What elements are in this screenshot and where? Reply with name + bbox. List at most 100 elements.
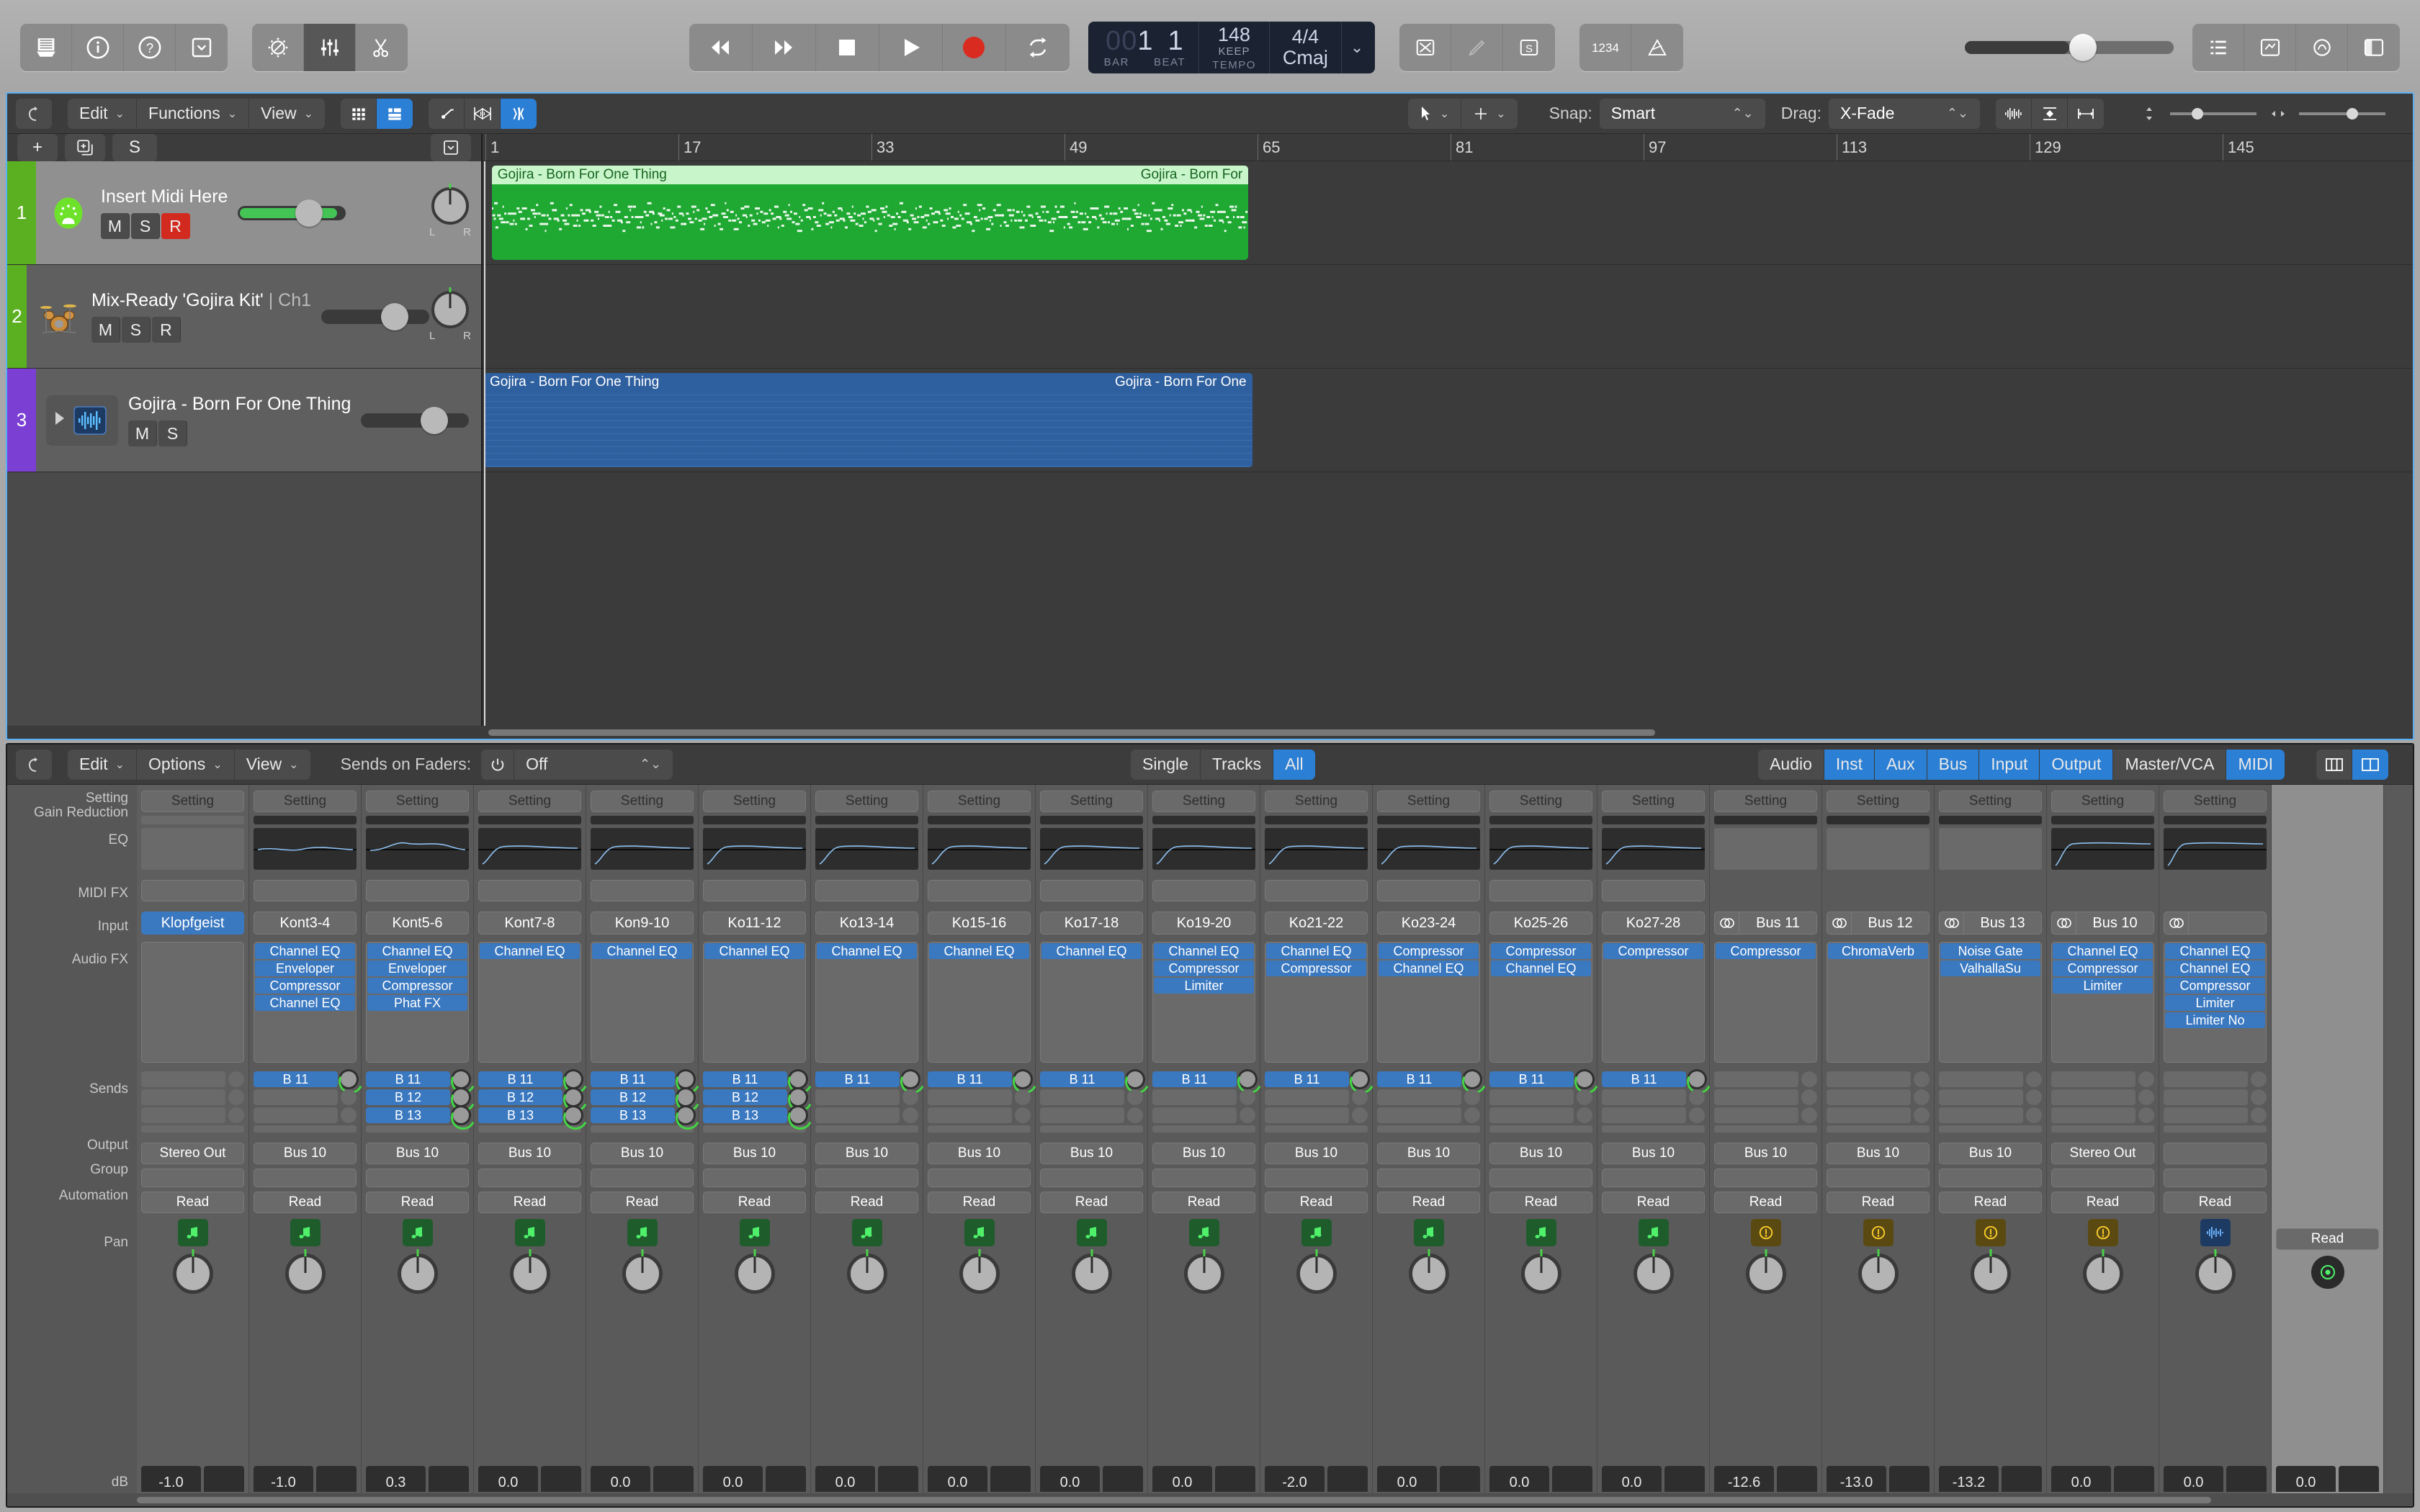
menu-view[interactable]: View⌄ (249, 99, 325, 129)
group-slot[interactable] (254, 1169, 357, 1187)
fit-icon[interactable] (2068, 99, 2104, 129)
lcd-signature-key[interactable]: 4/4 Cmaj (1270, 22, 1342, 73)
two-pane-icon[interactable] (2352, 750, 2388, 780)
track-config-icon[interactable] (431, 134, 471, 161)
send-slot[interactable] (2164, 1071, 2248, 1087)
channel-strip-8[interactable]: SettingKo15-16Channel EQB 11Bus 10Read0.… (923, 785, 1036, 1493)
output-slot[interactable]: Bus 10 (478, 1143, 581, 1164)
send-slot[interactable]: B 12 (591, 1089, 675, 1105)
drag-select[interactable]: X-Fade⌃⌄ (1829, 99, 1980, 129)
input-slot[interactable]: Ko13-14 (815, 912, 918, 935)
pan-knob[interactable] (173, 1254, 213, 1294)
audio-fx-rack[interactable]: Channel EQCompressorLimiter (2051, 942, 2154, 1063)
track-lane-1[interactable]: Gojira - Born ForGojira - Born For One T… (483, 161, 2413, 265)
send-extra-slot[interactable] (1714, 1125, 1817, 1133)
browsers-icon[interactable] (2348, 24, 2400, 71)
setting-button[interactable]: Setting (1489, 791, 1592, 812)
track-button-m[interactable]: M (128, 420, 157, 446)
output-slot[interactable]: Bus 10 (815, 1143, 918, 1164)
audio-fx-slot[interactable]: Channel EQ (1379, 960, 1479, 976)
audio-fx-slot[interactable]: Channel EQ (2165, 943, 2265, 959)
send-slot[interactable] (928, 1089, 1012, 1105)
eq-thumbnail[interactable] (1939, 828, 2042, 870)
1234-icon[interactable]: 1234 (1579, 24, 1631, 71)
audio-fx-rack[interactable]: Channel EQ (478, 942, 581, 1063)
audio-fx-slot[interactable]: Limiter No (2165, 1012, 2265, 1028)
setting-button[interactable]: Setting (1827, 791, 1930, 812)
input-slot[interactable]: Klopfgeist (141, 912, 244, 935)
setting-button[interactable]: Setting (2051, 791, 2154, 812)
midi-note-icon[interactable] (290, 1219, 321, 1246)
channel-strip-12[interactable]: SettingKo23-24CompressorChannel EQB 11Bu… (1373, 785, 1485, 1493)
pan-knob[interactable] (1858, 1254, 1899, 1294)
chevron-down-icon[interactable]: ⌄ (1342, 22, 1372, 73)
pan-knob[interactable] (2083, 1254, 2123, 1294)
send-slot[interactable] (1939, 1071, 2023, 1087)
midi-note-icon[interactable] (178, 1219, 208, 1246)
send-level-knob[interactable] (2251, 1107, 2267, 1123)
volume-fader[interactable]: 0.0 (1602, 1466, 1662, 1492)
automation-mode-button[interactable]: Read (1265, 1192, 1368, 1213)
mixer-menu-view[interactable]: View⌄ (235, 750, 310, 780)
send-level-knob[interactable] (1464, 1071, 1480, 1087)
setting-button[interactable]: Setting (1377, 791, 1480, 812)
send-level-knob[interactable] (1127, 1089, 1143, 1105)
view-mode-single[interactable]: Single (1131, 750, 1201, 780)
track-header-body[interactable]: Gojira - Born For One ThingMS (36, 369, 481, 472)
channel-strip-14[interactable]: SettingKo27-28CompressorB 11Bus 10Read0.… (1597, 785, 1710, 1493)
send-slot[interactable]: B 11 (1040, 1071, 1124, 1087)
audio-fx-rack[interactable]: Channel EQEnveloperCompressorChannel EQ (254, 942, 357, 1063)
send-extra-slot[interactable] (1152, 1125, 1255, 1133)
audio-fx-rack[interactable]: Channel EQ (591, 942, 694, 1063)
send-slot[interactable]: B 11 (591, 1071, 675, 1087)
audio-fx-slot[interactable]: Compressor (1491, 943, 1591, 959)
midi-note-icon[interactable] (627, 1219, 658, 1246)
send-extra-slot[interactable] (366, 1125, 469, 1133)
send-slot[interactable] (1602, 1107, 1686, 1123)
automation-mode-button[interactable]: Read (815, 1192, 918, 1213)
send-level-knob[interactable] (565, 1071, 581, 1087)
send-level-knob[interactable] (341, 1089, 357, 1105)
send-extra-slot[interactable] (1827, 1125, 1930, 1133)
audio-fx-slot[interactable]: Channel EQ (1266, 943, 1366, 959)
send-slot[interactable] (254, 1089, 338, 1105)
audio-fx-slot[interactable]: Compressor (2053, 960, 2153, 976)
setting-button[interactable]: Setting (1265, 791, 1368, 812)
send-level-knob[interactable] (1240, 1107, 1255, 1123)
pencil-icon[interactable] (1451, 24, 1503, 71)
volume-fader[interactable]: 0.3 (366, 1466, 426, 1492)
midi-note-icon[interactable] (852, 1219, 882, 1246)
send-level-knob[interactable] (2026, 1107, 2042, 1123)
send-slot[interactable] (1152, 1089, 1237, 1105)
input-slot[interactable]: Ko15-16 (928, 912, 1031, 935)
setting-button[interactable]: Setting (703, 791, 806, 812)
midi-fx-slot[interactable] (1265, 880, 1368, 901)
pan-knob[interactable] (735, 1254, 775, 1294)
setting-button[interactable]: Setting (928, 791, 1031, 812)
audio-fx-slot[interactable]: Enveloper (255, 960, 355, 976)
send-level-knob[interactable] (1689, 1107, 1705, 1123)
send-slot[interactable] (1939, 1089, 2023, 1105)
send-level-knob[interactable] (453, 1071, 469, 1087)
help-icon[interactable]: ? (124, 24, 176, 71)
automation-mode-button[interactable]: Read (2276, 1228, 2379, 1250)
midi-fx-slot[interactable] (254, 880, 357, 901)
audio-fx-slot[interactable]: Phat FX (367, 995, 467, 1011)
pointer-tool-icon[interactable]: ⌄ (1408, 99, 1461, 129)
audio-fx-rack[interactable]: Channel EQ (815, 942, 918, 1063)
input-slot[interactable]: Ko17-18 (1040, 912, 1143, 935)
eq-thumbnail[interactable] (1265, 828, 1368, 870)
send-slot[interactable] (1489, 1089, 1574, 1105)
info-icon[interactable] (72, 24, 124, 71)
midi-note-icon[interactable] (1189, 1219, 1219, 1246)
input-slot[interactable]: Kon9-10 (591, 912, 694, 935)
view-mode-all[interactable]: All (1273, 750, 1315, 780)
menu-functions[interactable]: Functions⌄ (137, 99, 249, 129)
loops-icon[interactable] (2296, 24, 2348, 71)
input-slot[interactable]: Ko27-28 (1602, 912, 1705, 935)
midi-fx-slot[interactable] (928, 880, 1031, 901)
group-slot[interactable] (1377, 1169, 1480, 1187)
audio-fx-rack[interactable]: ChromaVerb (1827, 942, 1930, 1063)
audio-fx-slot[interactable]: Enveloper (367, 960, 467, 976)
send-slot[interactable]: B 11 (1602, 1071, 1686, 1087)
